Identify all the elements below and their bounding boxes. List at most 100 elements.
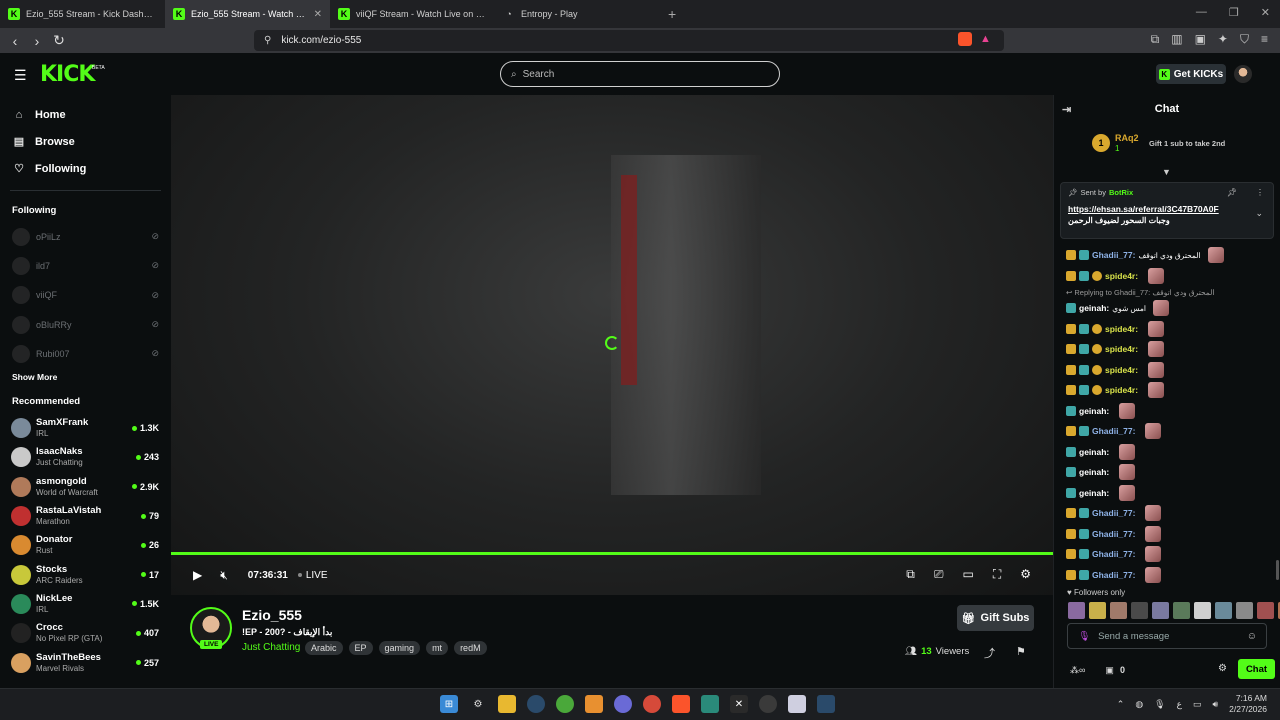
recommended-channel[interactable]: IsaacNaks Just Chatting 243 xyxy=(0,443,171,472)
followed-channel[interactable]: Rubi007 ⊘ xyxy=(0,339,171,368)
tag[interactable]: Arabic xyxy=(305,641,343,655)
filter-icon[interactable]: ▼ xyxy=(1162,167,1171,177)
tag[interactable]: EP xyxy=(348,641,373,655)
play-icon[interactable]: ▶ xyxy=(193,568,202,582)
treasure-icon[interactable]: ▣ xyxy=(1105,665,1114,676)
sidebar-icon[interactable]: ▥ xyxy=(1171,32,1182,47)
chevron-up-icon[interactable]: ⌃ xyxy=(1117,699,1125,710)
browser-tab[interactable]: ◔ Entropy - Play xyxy=(495,0,660,28)
browser-tab[interactable]: KviiQF Stream - Watch Live on Kick xyxy=(330,0,495,28)
chat-username[interactable]: Ghadii_77: xyxy=(1092,250,1135,260)
maximize-icon[interactable]: ❐ xyxy=(1229,6,1239,19)
followed-channel[interactable]: viiQF ⊘ xyxy=(0,281,171,310)
recommended-channel[interactable]: asmongold World of Warcraft 2.9K xyxy=(0,472,171,501)
hamburger-menu-icon[interactable]: ☰ xyxy=(14,67,27,84)
show-more-link[interactable]: Show More xyxy=(0,372,171,382)
discord-icon[interactable] xyxy=(614,695,632,713)
brave-shield-icon[interactable] xyxy=(958,32,972,46)
emote[interactable] xyxy=(1110,602,1127,619)
app-icon[interactable] xyxy=(788,695,806,713)
vpn-icon[interactable]: ⛉ xyxy=(1240,32,1249,47)
xbox-icon[interactable] xyxy=(556,695,574,713)
followed-channel[interactable]: oPiiLz ⊘ xyxy=(0,222,171,251)
gift-subs-button[interactable]: 🎁︎ Gift Subs xyxy=(957,605,1034,631)
tag[interactable]: gaming xyxy=(378,641,421,655)
search-input[interactable]: ⌕ Search xyxy=(500,61,780,87)
recommended-channel[interactable]: Stocks ARC Raiders 17 xyxy=(0,560,171,589)
chat-username[interactable]: Ghadii_77: xyxy=(1092,508,1135,518)
category-link[interactable]: Just Chatting xyxy=(242,642,300,653)
new-tab-icon[interactable]: + xyxy=(660,6,684,22)
sidebar-item-browse[interactable]: ▤ Browse xyxy=(0,128,171,155)
chat-username[interactable]: spide4r: xyxy=(1105,344,1138,354)
emote[interactable] xyxy=(1068,602,1085,619)
app-icon[interactable] xyxy=(585,695,603,713)
kicks-icon[interactable]: ⁂∞ xyxy=(1070,665,1085,676)
progress-bar[interactable] xyxy=(171,552,1053,555)
chat-username[interactable]: geinah: xyxy=(1079,406,1109,416)
chat-settings-icon[interactable]: ⚙ xyxy=(1218,663,1227,674)
menu-icon[interactable]: ≡ xyxy=(1261,32,1268,47)
clock[interactable]: 7:16 AM 2/27/2026 xyxy=(1229,693,1267,715)
recommended-channel[interactable]: SamXFrank IRL 1.3K xyxy=(0,413,171,442)
steam-icon[interactable] xyxy=(817,695,835,713)
emote[interactable] xyxy=(1257,602,1274,619)
chat-username[interactable]: geinah: xyxy=(1079,447,1109,457)
bookmark-icon[interactable]: ⚲ xyxy=(264,35,271,46)
pinned-link[interactable]: https://ehsan.sa/referral/3C47B70A0F xyxy=(1068,204,1266,214)
muted-volume-icon[interactable]: 🔇︎ xyxy=(220,568,228,583)
browser-tab[interactable]: K Ezio_555 Stream - Kick Dashboard xyxy=(0,0,165,28)
scrollbar[interactable] xyxy=(1276,560,1279,580)
minimize-icon[interactable]: — xyxy=(1196,6,1207,19)
brave-icon[interactable] xyxy=(672,695,690,713)
close-window-icon[interactable]: ✕ xyxy=(1261,6,1270,19)
emote[interactable] xyxy=(1215,602,1232,619)
chrome-icon[interactable] xyxy=(643,695,661,713)
brave-rewards-icon[interactable]: ▲ xyxy=(980,33,991,45)
report-icon[interactable]: ⚑ xyxy=(1016,645,1026,658)
chat-username[interactable]: spide4r: xyxy=(1105,365,1138,375)
wallet-icon[interactable]: ▣ xyxy=(1195,32,1206,47)
followed-channel[interactable]: ild7 ⊘ xyxy=(0,251,171,280)
epic-games-icon[interactable]: ✕ xyxy=(730,695,748,713)
chat-username[interactable]: Ghadii_77: xyxy=(1092,529,1135,539)
language-icon[interactable]: ع xyxy=(1177,699,1182,710)
close-tab-icon[interactable]: ✕ xyxy=(314,9,322,20)
followed-channel[interactable]: oBluRRy ⊘ xyxy=(0,310,171,339)
chevron-down-icon[interactable]: ⌄ xyxy=(1255,208,1263,219)
tray-app-icon[interactable]: ◍ xyxy=(1135,699,1143,710)
recommended-channel[interactable]: RastaLaVistah Marathon 79 xyxy=(0,501,171,530)
file-explorer-icon[interactable] xyxy=(498,695,516,713)
url-field[interactable]: ⚲ kick.com/ezio-555 xyxy=(254,30,1004,51)
share-icon[interactable]: ⤴ xyxy=(984,645,995,661)
chat-message-input[interactable]: 🎙︎ Send a message ☺ xyxy=(1067,623,1267,649)
chat-username[interactable]: geinah: xyxy=(1079,488,1109,498)
settings-gear-icon[interactable]: ⚙ xyxy=(1020,567,1031,582)
tag[interactable]: mt xyxy=(426,641,449,655)
chat-username[interactable]: Ghadii_77: xyxy=(1092,426,1135,436)
chat-username[interactable]: spide4r: xyxy=(1105,271,1138,281)
emote[interactable] xyxy=(1194,602,1211,619)
settings-icon[interactable]: ⚙ xyxy=(469,695,487,713)
clip-icon[interactable]: ⎚ xyxy=(934,567,944,582)
browser-tab-active[interactable]: KEzio_555 Stream - Watch Live on Kick✕ xyxy=(165,0,330,28)
app-icon[interactable] xyxy=(701,695,719,713)
fullscreen-icon[interactable]: ⛶ xyxy=(993,567,1001,582)
emote[interactable] xyxy=(1173,602,1190,619)
leader-name[interactable]: RAq2 xyxy=(1115,133,1139,144)
forward-icon[interactable]: › xyxy=(26,33,48,49)
miniplayer-icon[interactable]: ⧉ xyxy=(906,567,915,582)
network-icon[interactable]: ▭ xyxy=(1193,699,1202,710)
leo-icon[interactable]: ✦ xyxy=(1218,32,1228,47)
volume-icon[interactable]: 🔊︎ xyxy=(1213,699,1219,710)
chat-username[interactable]: spide4r: xyxy=(1105,324,1138,334)
app-icon[interactable] xyxy=(759,695,777,713)
channel-name[interactable]: Ezio_555 xyxy=(242,607,302,623)
recommended-channel[interactable]: Donator Rust 26 xyxy=(0,531,171,560)
recommended-channel[interactable]: NickLee IRL 1.5K xyxy=(0,589,171,618)
microphone-icon[interactable]: 🎙︎ xyxy=(1154,699,1165,710)
avatar[interactable] xyxy=(1234,65,1252,83)
tag[interactable]: redM xyxy=(454,641,487,655)
recommended-channel[interactable]: SavinTheBees Marvel Rivals 257 xyxy=(0,648,171,677)
emote[interactable] xyxy=(1152,602,1169,619)
